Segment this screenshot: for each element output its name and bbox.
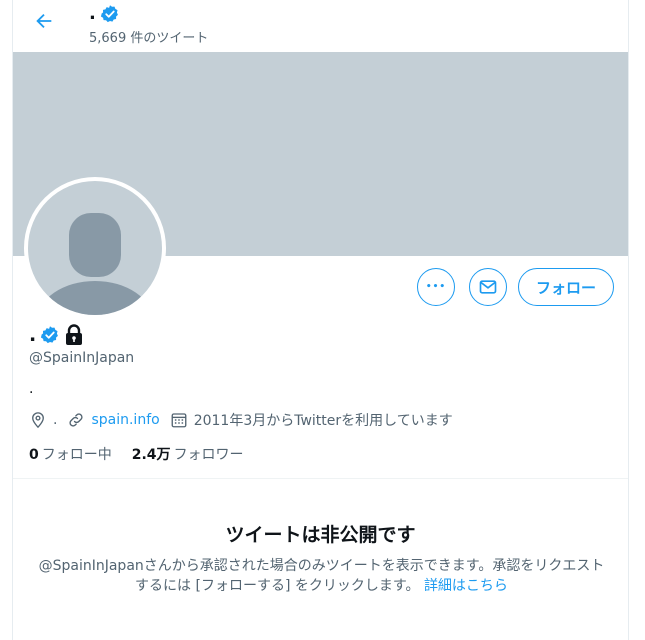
website-link[interactable]: spain.info	[91, 412, 159, 428]
calendar-icon	[171, 413, 187, 428]
follow-stats: 0 フォロー中 2.4万 フォロワー	[29, 444, 244, 464]
header-name: .	[89, 2, 120, 26]
message-button[interactable]	[469, 268, 507, 306]
following-count: 0	[29, 447, 39, 463]
profile-column: . 5,669 件のツイート ••• フォロー . @SpainInJapan …	[12, 0, 629, 640]
followers-link[interactable]: 2.4万 フォロワー	[132, 444, 244, 464]
followers-label: フォロワー	[173, 447, 244, 463]
default-avatar-placeholder	[28, 181, 162, 315]
mail-icon	[479, 280, 497, 294]
following-link[interactable]: 0 フォロー中	[29, 444, 112, 464]
following-label: フォロー中	[41, 447, 112, 463]
more-dots-icon: •••	[425, 282, 447, 292]
profile-header: . 5,669 件のツイート	[13, 0, 628, 52]
learn-more-link[interactable]: 詳細はこちら	[424, 578, 508, 594]
joined-text: 2011年3月からTwitterを利用しています	[193, 413, 453, 429]
lock-icon	[66, 324, 83, 345]
back-arrow-icon[interactable]	[33, 10, 55, 32]
avatar-silhouette-icon	[37, 213, 153, 315]
header-name-text: .	[89, 3, 96, 24]
profile-meta: . spain.info 2011年3月からTwitterを利用しています	[29, 410, 463, 430]
profile-name: .	[29, 324, 84, 346]
verified-badge-icon	[100, 5, 118, 23]
joined-item: 2011年3月からTwitterを利用しています	[170, 410, 453, 430]
private-notice-description: @SpainInJapanさんから承認された場合のみツイートを表示できます。承認…	[33, 556, 610, 596]
profile-handle: @SpainInJapan	[29, 350, 135, 366]
follow-button-label: フォロー	[535, 278, 596, 297]
divider	[13, 478, 628, 479]
tweet-count: 5,669 件のツイート	[89, 31, 209, 46]
location-pin-icon	[32, 412, 44, 429]
followers-count: 2.4万	[131, 447, 171, 463]
avatar[interactable]	[24, 177, 166, 319]
verified-badge-icon	[41, 326, 59, 344]
more-options-button[interactable]: •••	[417, 268, 455, 306]
location-item: .	[29, 411, 57, 429]
location-text: .	[53, 412, 58, 428]
link-icon	[69, 413, 84, 427]
follow-button[interactable]: フォロー	[518, 268, 614, 306]
private-notice-title: ツイートは非公開です	[225, 524, 416, 546]
website-item[interactable]: spain.info	[67, 411, 160, 429]
profile-name-text: .	[29, 324, 37, 346]
profile-bio: .	[29, 381, 34, 397]
private-notice-text: @SpainInJapanさんから承認された場合のみツイートを表示できます。承認…	[38, 558, 605, 594]
